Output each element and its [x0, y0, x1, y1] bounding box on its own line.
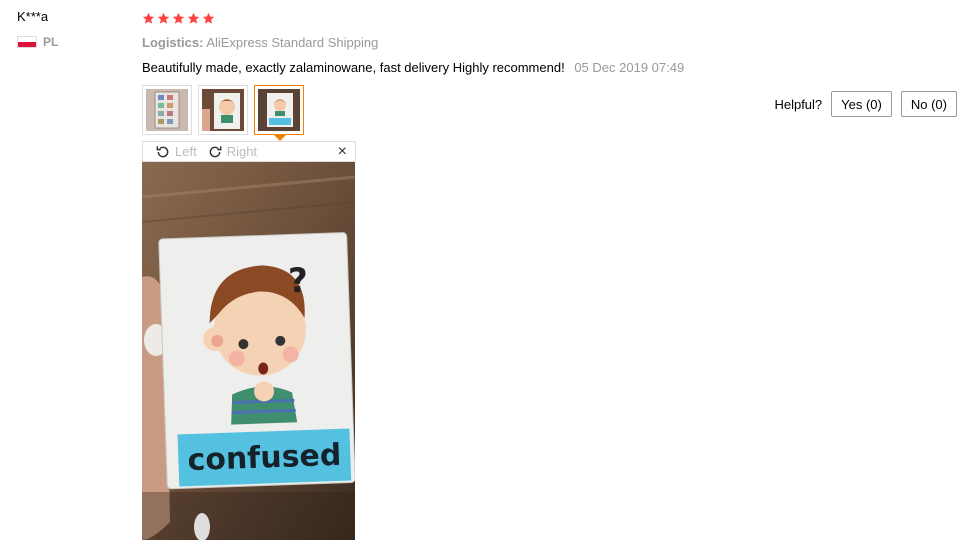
rotate-left-icon [156, 145, 169, 157]
review-body: Logistics: AliExpress Standard Shipping … [142, 9, 962, 76]
logistics-value: AliExpress Standard Shipping [206, 35, 379, 50]
star-icon [142, 12, 155, 24]
rotate-right-icon [209, 145, 222, 157]
review-comment: Beautifully made, exactly zalaminowane, … [142, 60, 962, 76]
photo-viewer: Left Right × ? confused [142, 141, 356, 540]
thumbnail-image [146, 89, 188, 131]
rotate-left-button[interactable]: Left [155, 144, 197, 160]
helpful-label: Helpful? [774, 96, 823, 112]
close-icon[interactable]: × [338, 143, 347, 161]
review-date: 05 Dec 2019 07:49 [574, 60, 685, 75]
rotate-right-button[interactable]: Right [207, 144, 257, 160]
rotate-right-label: Right [226, 144, 258, 159]
rotate-left-label: Left [175, 144, 197, 159]
flag-pl-icon [17, 36, 37, 48]
star-icon [202, 12, 215, 24]
star-icon [187, 12, 200, 24]
logistics-info: Logistics: AliExpress Standard Shipping [142, 35, 962, 51]
star-icon [172, 12, 185, 24]
country-code: PL [43, 35, 59, 49]
logistics-label: Logistics: [142, 35, 204, 50]
helpful-no-button[interactable]: No (0) [900, 91, 957, 117]
photo-thumbnail-2[interactable] [198, 85, 248, 135]
comment-text: Beautifully made, exactly zalaminowane, … [142, 60, 565, 75]
thumbnail-image [202, 89, 244, 131]
photo-thumbnail-1[interactable] [142, 85, 192, 135]
helpful-vote: Helpful? Yes (0) No (0) [774, 91, 957, 117]
helpful-yes-button[interactable]: Yes (0) [831, 91, 892, 117]
star-rating [142, 9, 962, 27]
card-word: confused [187, 438, 342, 478]
card-question-mark: ? [288, 261, 309, 302]
reviewer-name: K***a [17, 9, 49, 24]
review-photo: ? confused [142, 162, 355, 540]
rotate-toolbar: Left Right × [142, 141, 356, 162]
photo-thumbnails [142, 85, 304, 141]
star-icon [157, 12, 170, 24]
photo-thumbnail-3[interactable] [254, 85, 304, 141]
reviewer-country: PL [17, 35, 58, 49]
reviewer-info: K***a PL [17, 9, 58, 49]
thumbnail-image [258, 89, 300, 131]
